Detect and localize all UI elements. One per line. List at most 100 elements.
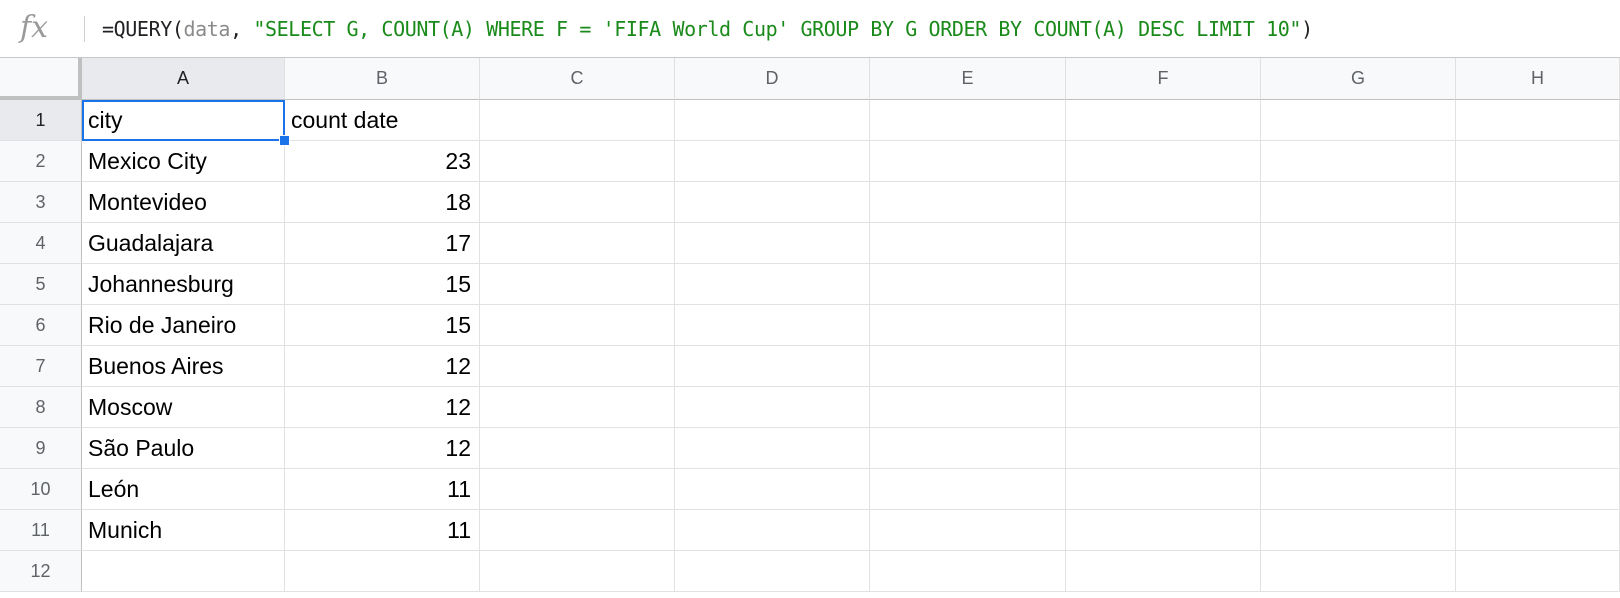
cell-b2[interactable]: 23 <box>285 141 480 182</box>
cell-a3[interactable]: Montevideo <box>82 182 285 223</box>
cell-a2[interactable]: Mexico City <box>82 141 285 182</box>
column-header-d[interactable]: D <box>675 58 870 100</box>
cell-h4[interactable] <box>1456 223 1620 264</box>
cell-e5[interactable] <box>870 264 1066 305</box>
cell-g10[interactable] <box>1261 469 1456 510</box>
cell-a6[interactable]: Rio de Janeiro <box>82 305 285 346</box>
cell-d7[interactable] <box>675 346 870 387</box>
cell-b8[interactable]: 12 <box>285 387 480 428</box>
cell-a1[interactable]: city <box>82 100 285 141</box>
cell-d3[interactable] <box>675 182 870 223</box>
cell-e8[interactable] <box>870 387 1066 428</box>
cell-h2[interactable] <box>1456 141 1620 182</box>
cell-e11[interactable] <box>870 510 1066 551</box>
cell-h11[interactable] <box>1456 510 1620 551</box>
cell-b5[interactable]: 15 <box>285 264 480 305</box>
cell-g12[interactable] <box>1261 551 1456 592</box>
cell-g11[interactable] <box>1261 510 1456 551</box>
cell-d2[interactable] <box>675 141 870 182</box>
cell-a4[interactable]: Guadalajara <box>82 223 285 264</box>
formula-input[interactable]: =QUERY(data, "SELECT G, COUNT(A) WHERE F… <box>102 16 1313 42</box>
cell-e10[interactable] <box>870 469 1066 510</box>
cell-f3[interactable] <box>1066 182 1261 223</box>
cell-h8[interactable] <box>1456 387 1620 428</box>
cell-g9[interactable] <box>1261 428 1456 469</box>
cell-b9[interactable]: 12 <box>285 428 480 469</box>
cell-h9[interactable] <box>1456 428 1620 469</box>
row-header-5[interactable]: 5 <box>0 264 82 305</box>
cell-d9[interactable] <box>675 428 870 469</box>
row-header-9[interactable]: 9 <box>0 428 82 469</box>
cell-b10[interactable]: 11 <box>285 469 480 510</box>
cell-c1[interactable] <box>480 100 675 141</box>
cell-c3[interactable] <box>480 182 675 223</box>
cell-f2[interactable] <box>1066 141 1261 182</box>
column-header-a[interactable]: A <box>82 58 285 100</box>
cell-a9[interactable]: São Paulo <box>82 428 285 469</box>
cell-f8[interactable] <box>1066 387 1261 428</box>
cell-d4[interactable] <box>675 223 870 264</box>
cell-a5[interactable]: Johannesburg <box>82 264 285 305</box>
cell-g7[interactable] <box>1261 346 1456 387</box>
cell-a8[interactable]: Moscow <box>82 387 285 428</box>
cell-g4[interactable] <box>1261 223 1456 264</box>
cell-d10[interactable] <box>675 469 870 510</box>
cell-b7[interactable]: 12 <box>285 346 480 387</box>
cell-c5[interactable] <box>480 264 675 305</box>
cell-h5[interactable] <box>1456 264 1620 305</box>
cell-c6[interactable] <box>480 305 675 346</box>
cell-e9[interactable] <box>870 428 1066 469</box>
cell-h6[interactable] <box>1456 305 1620 346</box>
cell-c9[interactable] <box>480 428 675 469</box>
row-header-4[interactable]: 4 <box>0 223 82 264</box>
cell-f7[interactable] <box>1066 346 1261 387</box>
row-header-12[interactable]: 12 <box>0 551 82 592</box>
cell-d11[interactable] <box>675 510 870 551</box>
cell-g8[interactable] <box>1261 387 1456 428</box>
row-header-11[interactable]: 11 <box>0 510 82 551</box>
cell-b1[interactable]: count date <box>285 100 480 141</box>
cell-b6[interactable]: 15 <box>285 305 480 346</box>
cell-a7[interactable]: Buenos Aires <box>82 346 285 387</box>
row-header-1[interactable]: 1 <box>0 100 82 141</box>
cell-g6[interactable] <box>1261 305 1456 346</box>
cell-c8[interactable] <box>480 387 675 428</box>
column-header-f[interactable]: F <box>1066 58 1261 100</box>
cell-c11[interactable] <box>480 510 675 551</box>
cell-c12[interactable] <box>480 551 675 592</box>
select-all-corner[interactable] <box>0 58 82 100</box>
cell-e4[interactable] <box>870 223 1066 264</box>
cell-h12[interactable] <box>1456 551 1620 592</box>
cell-a12[interactable] <box>82 551 285 592</box>
cell-e6[interactable] <box>870 305 1066 346</box>
row-header-2[interactable]: 2 <box>0 141 82 182</box>
column-header-g[interactable]: G <box>1261 58 1456 100</box>
spreadsheet-grid[interactable]: A B C D E F G H 1 city count date 2 Mexico City 23 3 Mo… <box>0 58 1620 598</box>
cell-e1[interactable] <box>870 100 1066 141</box>
cell-b3[interactable]: 18 <box>285 182 480 223</box>
cell-f11[interactable] <box>1066 510 1261 551</box>
column-header-b[interactable]: B <box>285 58 480 100</box>
cell-d6[interactable] <box>675 305 870 346</box>
cell-e2[interactable] <box>870 141 1066 182</box>
column-header-e[interactable]: E <box>870 58 1066 100</box>
cell-f5[interactable] <box>1066 264 1261 305</box>
cell-c7[interactable] <box>480 346 675 387</box>
cell-a11[interactable]: Munich <box>82 510 285 551</box>
cell-g2[interactable] <box>1261 141 1456 182</box>
cell-e3[interactable] <box>870 182 1066 223</box>
cell-g1[interactable] <box>1261 100 1456 141</box>
cell-h10[interactable] <box>1456 469 1620 510</box>
cell-f6[interactable] <box>1066 305 1261 346</box>
cell-c4[interactable] <box>480 223 675 264</box>
cell-b12[interactable] <box>285 551 480 592</box>
cell-d12[interactable] <box>675 551 870 592</box>
cell-b11[interactable]: 11 <box>285 510 480 551</box>
cell-d8[interactable] <box>675 387 870 428</box>
row-header-8[interactable]: 8 <box>0 387 82 428</box>
cell-e12[interactable] <box>870 551 1066 592</box>
cell-h1[interactable] <box>1456 100 1620 141</box>
row-header-3[interactable]: 3 <box>0 182 82 223</box>
cell-h3[interactable] <box>1456 182 1620 223</box>
cell-f4[interactable] <box>1066 223 1261 264</box>
